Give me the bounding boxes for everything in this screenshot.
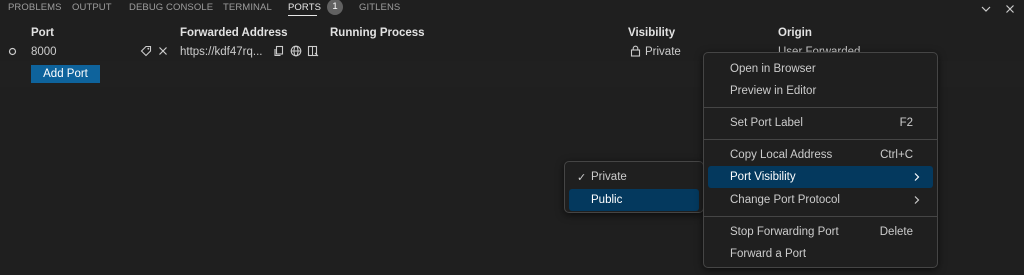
tab-label: TERMINAL [223, 2, 272, 13]
menu-item-public[interactable]: Public [569, 189, 699, 211]
tab-label: PORTS [288, 2, 322, 13]
menu-item-preview-in-editor[interactable]: Preview in Editor [708, 80, 933, 102]
forwarded-address-value[interactable]: https://kdf47rq... [180, 46, 262, 58]
menu-item-set-port-label[interactable]: Set Port Label F2 [708, 112, 933, 134]
column-header-visibility[interactable]: Visibility [628, 27, 675, 39]
keybinding: Ctrl+C [880, 149, 913, 161]
keybinding: F2 [899, 117, 913, 129]
menu-item-label: Set Port Label [730, 117, 803, 129]
column-header-forwarded-address[interactable]: Forwarded Address [180, 27, 288, 39]
tab-label: PROBLEMS [8, 2, 62, 13]
menu-item-stop-forwarding-port[interactable]: Stop Forwarding Port Delete [708, 221, 933, 243]
menu-separator [704, 107, 937, 108]
menu-item-label: Forward a Port [730, 248, 807, 260]
tab-problems[interactable]: PROBLEMS [8, 0, 62, 17]
tab-terminal[interactable]: TERMINAL [223, 0, 272, 17]
menu-item-change-port-protocol[interactable]: Change Port Protocol [708, 189, 933, 211]
keybinding: Delete [879, 226, 913, 238]
close-icon[interactable] [1004, 3, 1016, 15]
panel-tab-bar: PROBLEMS OUTPUT DEBUG CONSOLE TERMINAL P… [0, 0, 1024, 17]
add-port-button[interactable]: Add Port [31, 65, 100, 83]
menu-separator [704, 139, 937, 140]
tab-output[interactable]: OUTPUT [72, 0, 112, 17]
globe-icon[interactable] [290, 45, 302, 60]
column-header-origin[interactable]: Origin [778, 27, 812, 39]
tab-label: GITLENS [359, 2, 401, 13]
column-header-port[interactable]: Port [31, 27, 54, 39]
visibility-value: Private [645, 46, 681, 58]
menu-item-label: Preview in Editor [730, 85, 817, 97]
tab-label: DEBUG CONSOLE [129, 2, 214, 13]
menu-item-label: Change Port Protocol [730, 194, 840, 206]
column-header-running-process[interactable]: Running Process [330, 27, 425, 39]
check-icon: ✓ [577, 172, 587, 184]
menu-item-private[interactable]: ✓ Private [569, 166, 699, 188]
active-tab-indicator [288, 15, 318, 16]
chevron-right-icon [913, 172, 921, 185]
stop-forwarding-icon[interactable] [157, 45, 169, 60]
tab-debug-console[interactable]: DEBUG CONSOLE [129, 0, 213, 17]
port-value: 8000 [31, 46, 57, 58]
chevron-down-icon[interactable] [980, 3, 992, 15]
menu-item-label: Private [591, 171, 627, 183]
tag-icon[interactable] [140, 45, 152, 60]
menu-item-copy-local-address[interactable]: Copy Local Address Ctrl+C [708, 144, 933, 166]
port-status-icon [8, 47, 17, 59]
menu-item-label: Copy Local Address [730, 149, 833, 161]
menu-item-label: Public [591, 194, 623, 206]
panel-actions [980, 0, 1016, 17]
preview-icon[interactable] [307, 45, 319, 60]
menu-item-open-in-browser[interactable]: Open in Browser [708, 58, 933, 80]
chevron-right-icon [913, 195, 921, 208]
port-context-menu: Open in Browser Preview in Editor Set Po… [703, 52, 938, 268]
menu-item-label: Stop Forwarding Port [730, 226, 839, 238]
tab-label: OUTPUT [72, 2, 112, 13]
tab-ports[interactable]: PORTS 1 [288, 0, 344, 17]
tab-gitlens[interactable]: GITLENS [359, 0, 400, 17]
menu-separator [704, 216, 937, 217]
copy-address-icon[interactable] [273, 45, 285, 60]
menu-item-forward-a-port[interactable]: Forward a Port [708, 243, 933, 265]
menu-item-port-visibility[interactable]: Port Visibility [708, 166, 933, 188]
ports-count-badge: 1 [327, 0, 344, 15]
lock-icon [630, 45, 641, 60]
visibility-submenu: ✓ Private Public [564, 161, 704, 213]
menu-item-label: Port Visibility [730, 171, 796, 183]
menu-item-label: Open in Browser [730, 63, 816, 75]
